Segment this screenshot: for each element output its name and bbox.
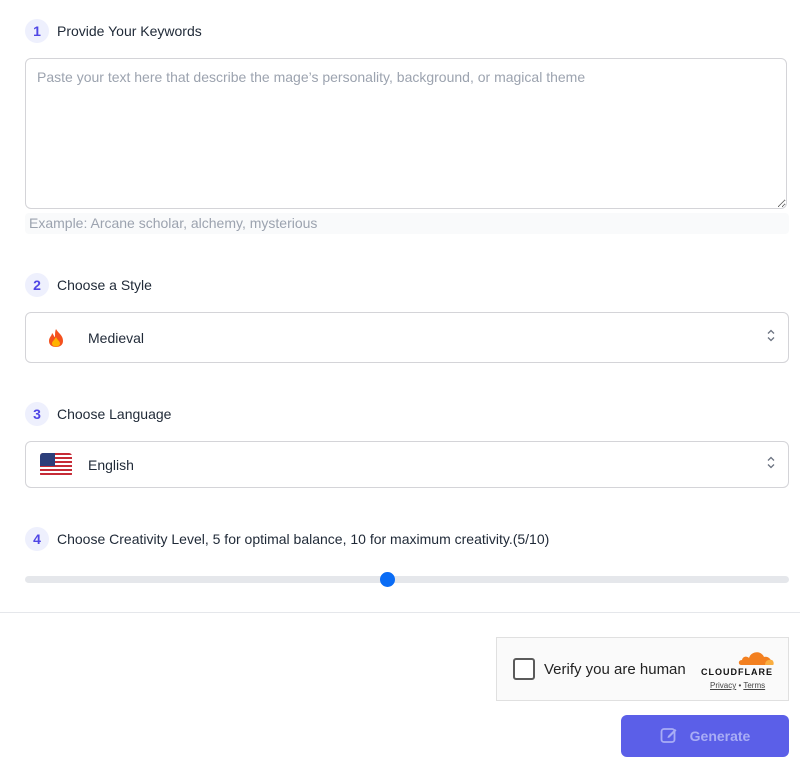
step-number: 3 <box>25 402 49 426</box>
chevron-up-down-icon <box>766 328 776 347</box>
keywords-input[interactable] <box>25 58 787 209</box>
cloudflare-logo-text: CLOUDFLARE <box>701 667 773 677</box>
generate-button[interactable]: Generate <box>621 715 789 757</box>
keywords-example: Example: Arcane scholar, alchemy, myster… <box>25 213 789 234</box>
verify-label: Verify you are human <box>544 661 686 678</box>
terms-link[interactable]: Terms <box>743 681 765 690</box>
step-label: Provide Your Keywords <box>57 23 202 39</box>
divider <box>0 612 800 613</box>
creativity-slider-thumb[interactable] <box>380 572 395 587</box>
verify-checkbox[interactable] <box>513 658 535 680</box>
step-number: 2 <box>25 273 49 297</box>
chevron-up-down-icon <box>766 455 776 474</box>
link-separator: • <box>738 681 742 690</box>
step-label: Choose a Style <box>57 277 152 293</box>
cloudflare-captcha: Verify you are human CLOUDFLARE Privacy … <box>496 637 789 701</box>
language-select[interactable]: English <box>25 441 789 488</box>
step-3-header: 3 Choose Language <box>25 402 171 426</box>
generate-label: Generate <box>689 728 751 744</box>
captcha-links: Privacy • Terms <box>710 681 765 690</box>
edit-icon <box>660 726 678 747</box>
fire-icon <box>40 328 72 348</box>
step-2-header: 2 Choose a Style <box>25 273 152 297</box>
language-value: English <box>88 456 134 473</box>
us-flag-icon <box>40 452 72 477</box>
creativity-slider-track[interactable] <box>25 576 789 583</box>
step-label: Choose Language <box>57 406 172 422</box>
step-4-header: 4 Choose Creativity Level, 5 for optimal… <box>25 527 549 551</box>
step-number: 4 <box>25 527 49 551</box>
style-value: Medieval <box>88 329 145 346</box>
step-number: 1 <box>25 19 49 43</box>
step-label: Choose Creativity Level, 5 for optimal b… <box>57 531 550 547</box>
style-select[interactable]: Medieval <box>25 312 789 363</box>
privacy-link[interactable]: Privacy <box>710 681 736 690</box>
step-1-header: 1 Provide Your Keywords <box>25 19 202 43</box>
